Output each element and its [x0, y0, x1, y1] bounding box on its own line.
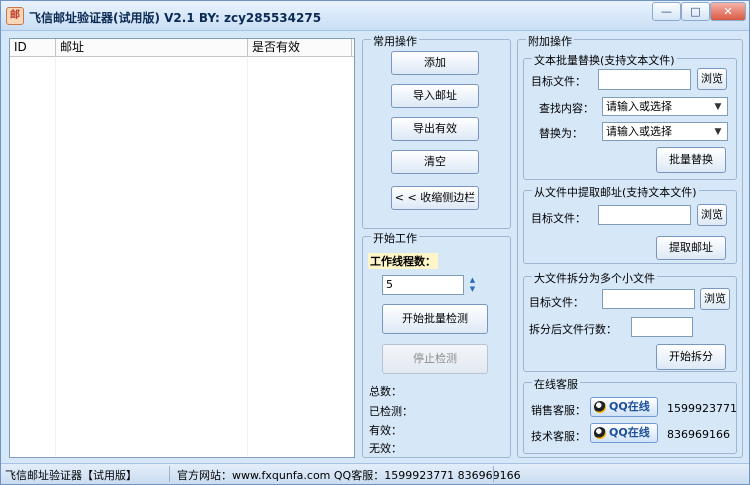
invalid-label: 无效：: [369, 442, 402, 455]
import-email-button[interactable]: 导入邮址: [391, 84, 479, 108]
split-target-input[interactable]: [602, 289, 695, 309]
common-ops-group: 常用操作 添加 导入邮址 导出有效 清空 < < 收缩侧边栏: [362, 33, 511, 229]
support-legend: 在线客服: [532, 376, 580, 392]
status-divider: [169, 466, 170, 482]
tech-qq-badge-label: QQ在线: [609, 426, 650, 439]
sales-qq-button[interactable]: QQ在线: [590, 397, 658, 417]
start-split-button[interactable]: 开始拆分: [656, 344, 726, 370]
replace-target-label: 目标文件：: [531, 75, 586, 88]
status-website: 官方网站：www.fxqunfa.com QQ客服：1599923771 836…: [177, 469, 521, 482]
batch-replace-group: 文本批量替换(支持文本文件) 目标文件： 浏览 查找内容： 请输入或选择 ▼ 替…: [523, 52, 737, 180]
extract-browse-button[interactable]: 浏览: [697, 204, 727, 226]
tech-qq-number: 836969166: [667, 428, 730, 441]
start-work-group: 开始工作 工作线程数： 5 ▲ ▼ 开始批量检测 停止检测 总数： 已检测： 有效…: [362, 230, 511, 458]
tech-support-label: 技术客服：: [531, 430, 586, 443]
checked-label: 已检测：: [369, 405, 413, 418]
support-group: 在线客服 销售客服： QQ在线 1599923771 技术客服： QQ在线 83…: [523, 376, 737, 454]
threads-spin-icon[interactable]: ▲ ▼: [467, 276, 478, 294]
split-lines-input[interactable]: [631, 317, 693, 337]
list-body[interactable]: [10, 58, 354, 457]
add-button[interactable]: 添加: [391, 51, 479, 75]
chevron-down-icon[interactable]: ▼: [711, 100, 725, 114]
list-header: ID 邮址 是否有效: [10, 39, 354, 57]
start-batch-button[interactable]: 开始批量检测: [382, 304, 488, 334]
tech-qq-button[interactable]: QQ在线: [590, 423, 658, 443]
extract-email-button[interactable]: 提取邮址: [656, 236, 726, 260]
split-group: 大文件拆分为多个小文件 目标文件： 浏览 拆分后文件行数： 开始拆分: [523, 270, 737, 372]
batch-replace-button[interactable]: 批量替换: [656, 147, 726, 173]
total-label: 总数：: [369, 385, 402, 398]
status-bar: 飞信邮址验证器【试用版】 官方网站：www.fxqunfa.com QQ客服：1…: [1, 463, 749, 484]
threads-value: 5: [386, 278, 393, 291]
qq-penguin-icon: [594, 427, 606, 439]
split-lines-label: 拆分后文件行数：: [529, 323, 617, 336]
sales-qq-badge-label: QQ在线: [609, 400, 650, 413]
split-legend: 大文件拆分为多个小文件: [532, 270, 657, 286]
find-label: 查找内容：: [539, 102, 594, 115]
extra-ops-legend: 附加操作: [526, 33, 574, 49]
column-header-id[interactable]: ID: [10, 39, 56, 56]
stop-check-button[interactable]: 停止检测: [382, 344, 488, 374]
find-combo[interactable]: 请输入或选择 ▼: [602, 97, 728, 116]
sales-qq-number: 1599923771: [667, 402, 737, 415]
collapse-sidebar-button[interactable]: < < 收缩侧边栏: [391, 186, 479, 210]
clear-button[interactable]: 清空: [391, 150, 479, 174]
column-header-email[interactable]: 邮址: [56, 39, 248, 56]
chevron-down-icon[interactable]: ▼: [711, 125, 725, 139]
status-divider: [493, 466, 494, 482]
sales-support-label: 销售客服：: [531, 404, 586, 417]
replace-target-input[interactable]: [598, 69, 691, 90]
window-title: 飞信邮址验证器(试用版) V2.1 BY: zcy285534275: [29, 11, 322, 25]
extract-target-label: 目标文件：: [531, 212, 586, 225]
find-combo-text: 请输入或选择: [606, 100, 672, 113]
valid-label: 有效：: [369, 424, 402, 437]
replace-with-combo[interactable]: 请输入或选择 ▼: [602, 122, 728, 141]
split-browse-button[interactable]: 浏览: [700, 288, 730, 310]
email-list[interactable]: ID 邮址 是否有效: [9, 38, 355, 458]
status-app-name: 飞信邮址验证器【试用版】: [5, 469, 137, 482]
extract-target-input[interactable]: [598, 205, 691, 225]
column-header-valid[interactable]: 是否有效: [248, 39, 352, 56]
batch-replace-legend: 文本批量替换(支持文本文件): [532, 52, 677, 68]
maximize-button[interactable]: □: [681, 2, 710, 21]
split-target-label: 目标文件：: [529, 296, 584, 309]
app-logo-icon: 邮: [6, 7, 24, 25]
replace-browse-button[interactable]: 浏览: [697, 68, 727, 90]
common-ops-legend: 常用操作: [371, 33, 419, 49]
extract-group: 从文件中提取邮址(支持文本文件) 目标文件： 浏览 提取邮址: [523, 184, 737, 264]
start-work-legend: 开始工作: [371, 230, 419, 246]
minimize-button[interactable]: —: [652, 2, 681, 21]
extra-ops-group: 附加操作 文本批量替换(支持文本文件) 目标文件： 浏览 查找内容： 请输入或选…: [517, 33, 743, 458]
qq-penguin-icon: [594, 401, 606, 413]
threads-stepper[interactable]: 5: [382, 275, 464, 295]
replace-with-label: 替换为：: [539, 127, 583, 140]
main-window: 邮 飞信邮址验证器(试用版) V2.1 BY: zcy285534275 — □…: [0, 0, 750, 485]
title-bar: 邮 飞信邮址验证器(试用版) V2.1 BY: zcy285534275 — □…: [1, 1, 749, 31]
close-button[interactable]: ✕: [710, 2, 746, 21]
extract-legend: 从文件中提取邮址(支持文本文件): [532, 184, 699, 200]
export-valid-button[interactable]: 导出有效: [391, 117, 479, 141]
replace-with-combo-text: 请输入或选择: [606, 125, 672, 138]
threads-label: 工作线程数：: [368, 253, 438, 269]
